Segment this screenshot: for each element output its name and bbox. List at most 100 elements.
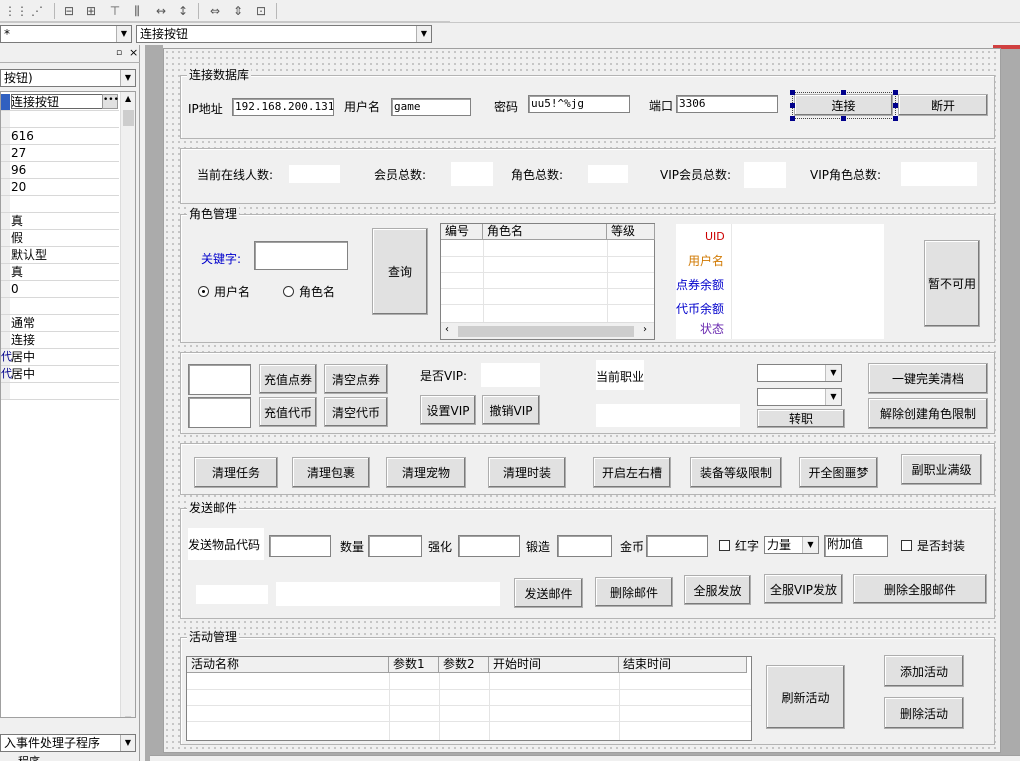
property-row[interactable]: 真 xyxy=(1,264,119,281)
unavailable-button[interactable]: 暂不可用 xyxy=(924,240,980,327)
role-list-hscroll[interactable]: ‹ › xyxy=(441,322,654,339)
close-icon[interactable]: × xyxy=(129,46,138,59)
port-input[interactable]: 3306 xyxy=(676,95,778,113)
delete-all-mail-button[interactable]: 删除全服邮件 xyxy=(853,574,987,604)
username-input[interactable]: game xyxy=(391,98,471,116)
enhance-input[interactable] xyxy=(458,535,520,557)
same-width-icon[interactable]: ⇔ xyxy=(206,2,224,20)
seal-checkbox[interactable] xyxy=(901,540,912,551)
keyword-input[interactable] xyxy=(254,241,348,270)
chevron-down-icon[interactable]: ▼ xyxy=(802,537,818,553)
open-slots-button[interactable]: 开启左右槽 xyxy=(593,457,671,488)
space-v-icon[interactable]: ↕ xyxy=(174,2,192,20)
property-row[interactable] xyxy=(1,298,119,315)
coins-amount-input[interactable] xyxy=(188,397,251,428)
max-subjob-button[interactable]: 副职业满级 xyxy=(901,454,982,485)
server-send-button[interactable]: 全服发放 xyxy=(684,575,751,605)
property-row[interactable]: 27 xyxy=(1,145,119,162)
disconnect-button[interactable]: 断开 xyxy=(898,94,988,116)
grid-align-icon[interactable]: ⋮⋮ xyxy=(4,2,28,20)
resize-handle[interactable] xyxy=(790,103,795,108)
restore-icon[interactable]: ▫ xyxy=(116,48,122,58)
clear-tasks-button[interactable]: 清理任务 xyxy=(194,457,278,488)
property-row[interactable] xyxy=(1,196,119,213)
tab-order-icon[interactable]: ⋰ xyxy=(28,2,46,20)
clear-pets-button[interactable]: 清理宠物 xyxy=(386,457,466,488)
column-header-activity-name[interactable]: 活动名称 xyxy=(187,657,389,673)
column-header-start-time[interactable]: 开始时间 xyxy=(489,657,619,673)
radio-username[interactable] xyxy=(198,286,209,297)
ip-input[interactable]: 192.168.200.131 xyxy=(232,98,334,116)
attribute-select[interactable]: 力量 ▼ xyxy=(764,536,819,554)
resize-handle[interactable] xyxy=(841,90,846,95)
scroll-thumb[interactable] xyxy=(123,110,134,126)
resize-handle[interactable] xyxy=(841,116,846,121)
property-row[interactable]: 616 xyxy=(1,128,119,145)
chevron-down-icon[interactable]: ▼ xyxy=(120,70,135,86)
red-text-checkbox[interactable] xyxy=(719,540,730,551)
property-row[interactable]: 代居中 xyxy=(1,366,119,383)
same-height-icon[interactable]: ⇕ xyxy=(229,2,247,20)
points-amount-input[interactable] xyxy=(188,364,251,395)
send-mail-button[interactable]: 发送邮件 xyxy=(514,578,583,608)
same-size-icon[interactable]: ⊡ xyxy=(252,2,270,20)
cancel-vip-button[interactable]: 撤销VIP xyxy=(482,395,540,425)
column-header-level[interactable]: 等级 xyxy=(607,224,655,240)
property-row[interactable]: 假 xyxy=(1,230,119,247)
ellipsis-button[interactable]: ••• xyxy=(102,94,119,109)
control-combo[interactable]: 连接按钮 ▼ xyxy=(136,25,432,43)
chevron-down-icon[interactable]: ▼ xyxy=(125,715,131,717)
chevron-down-icon[interactable]: ▼ xyxy=(825,389,841,405)
property-row[interactable] xyxy=(1,111,119,128)
chevron-down-icon[interactable]: ▼ xyxy=(116,26,131,42)
delete-activity-button[interactable]: 删除活动 xyxy=(884,697,964,729)
distribute-h-icon[interactable]: ⫼ xyxy=(128,2,146,20)
add-activity-button[interactable]: 添加活动 xyxy=(884,655,964,687)
job-select[interactable]: ▼ xyxy=(757,364,842,382)
status-tab[interactable]: 程序 xyxy=(0,754,140,761)
align-top-icon[interactable]: ⊤ xyxy=(106,2,124,20)
property-row[interactable]: 代居中 xyxy=(1,349,119,366)
property-row[interactable]: 通常 xyxy=(1,315,119,332)
perfect-clear-button[interactable]: 一键完美清档 xyxy=(868,363,988,394)
query-button[interactable]: 查询 xyxy=(372,228,428,315)
clear-points-button[interactable]: 清空点券 xyxy=(324,364,388,394)
column-header-end-time[interactable]: 结束时间 xyxy=(619,657,747,673)
delete-mail-button[interactable]: 删除邮件 xyxy=(595,577,673,607)
equip-level-limit-button[interactable]: 装备等级限制 xyxy=(690,457,782,488)
object-combo[interactable]: * ▼ xyxy=(0,25,132,43)
extra-value-input[interactable]: 附加值 xyxy=(824,535,888,557)
clear-coins-button[interactable]: 清空代币 xyxy=(324,397,388,427)
resize-handle[interactable] xyxy=(790,116,795,121)
chevron-down-icon[interactable]: ▼ xyxy=(120,735,135,751)
remove-role-limit-button[interactable]: 解除创建角色限制 xyxy=(868,398,988,429)
resize-handle[interactable] xyxy=(893,116,898,121)
property-row[interactable]: 连接 xyxy=(1,332,119,349)
refresh-activity-button[interactable]: 刷新活动 xyxy=(766,665,845,729)
activity-grid[interactable]: 活动名称 参数1 参数2 开始时间 结束时间 xyxy=(186,656,752,741)
scroll-thumb[interactable] xyxy=(458,326,634,337)
charge-points-button[interactable]: 充值点券 xyxy=(259,364,317,394)
property-row[interactable]: 默认型 xyxy=(1,247,119,264)
change-job-button[interactable]: 转职 xyxy=(757,409,845,428)
property-object-combo[interactable]: 按钮) ▼ xyxy=(0,69,136,87)
chevron-down-icon[interactable]: ▼ xyxy=(416,26,431,42)
space-h-icon[interactable]: ↔ xyxy=(152,2,170,20)
chevron-down-icon[interactable]: ▼ xyxy=(825,365,841,381)
property-scrollbar[interactable]: ▲ ▼ xyxy=(120,92,135,717)
radio-username-label[interactable]: 用户名 xyxy=(214,284,250,300)
property-row[interactable]: 真 xyxy=(1,213,119,230)
property-row[interactable]: 96 xyxy=(1,162,119,179)
radio-rolename[interactable] xyxy=(283,286,294,297)
property-row[interactable] xyxy=(1,383,119,400)
resize-handle[interactable] xyxy=(790,90,795,95)
gold-input[interactable] xyxy=(646,535,708,557)
center-h-icon[interactable]: ⊟ xyxy=(60,2,78,20)
seal-label[interactable]: 是否封装 xyxy=(917,538,965,554)
property-row[interactable]: 0 xyxy=(1,281,119,298)
column-header-param1[interactable]: 参数1 xyxy=(389,657,439,673)
set-vip-button[interactable]: 设置VIP xyxy=(420,395,476,425)
column-header-id[interactable]: 编号 xyxy=(441,224,483,240)
sub-job-select[interactable]: ▼ xyxy=(757,388,842,406)
red-text-label[interactable]: 红字 xyxy=(735,538,759,554)
